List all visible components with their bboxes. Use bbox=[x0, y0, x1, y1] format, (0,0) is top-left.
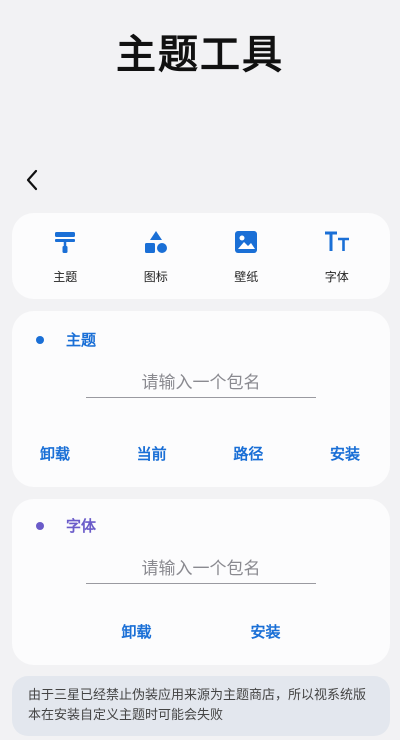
tab-label: 主题 bbox=[53, 269, 78, 284]
image-icon bbox=[232, 228, 260, 256]
tab-wallpaper[interactable]: 壁纸 bbox=[211, 228, 281, 285]
tab-theme[interactable]: 主题 bbox=[30, 228, 100, 285]
section-title: 字体 bbox=[66, 517, 97, 535]
note-text: 由于三星已经禁止伪装应用来源为主题商店，所以视系统版本在安装自定义主题时可能会失… bbox=[28, 688, 367, 723]
paint-roller-icon bbox=[51, 228, 79, 256]
font-icon bbox=[323, 228, 351, 256]
current-button[interactable]: 当前 bbox=[137, 443, 167, 464]
uninstall-button[interactable]: 卸载 bbox=[121, 621, 151, 642]
warning-note: 由于三星已经禁止伪装应用来源为主题商店，所以视系统版本在安装自定义主题时可能会失… bbox=[12, 676, 390, 736]
page-title: 主题工具 bbox=[116, 32, 284, 78]
install-button[interactable]: 安装 bbox=[250, 621, 280, 642]
chevron-left-icon bbox=[26, 169, 38, 191]
font-section-header: 字体 bbox=[36, 515, 96, 536]
bullet-dot bbox=[36, 521, 44, 530]
font-package-input[interactable] bbox=[86, 555, 316, 584]
theme-package-input[interactable] bbox=[86, 369, 316, 398]
tab-label: 图标 bbox=[143, 269, 168, 284]
category-tabs: 主题 图标 壁纸 字体 bbox=[12, 213, 390, 299]
shapes-icon bbox=[142, 228, 170, 256]
section-title: 主题 bbox=[66, 331, 97, 349]
install-button[interactable]: 安装 bbox=[330, 443, 360, 464]
uninstall-button[interactable]: 卸载 bbox=[40, 443, 70, 464]
tab-font[interactable]: 字体 bbox=[302, 228, 372, 285]
tab-icons[interactable]: 图标 bbox=[121, 228, 191, 285]
back-button[interactable] bbox=[18, 166, 46, 194]
bullet-dot bbox=[36, 335, 44, 344]
path-button[interactable]: 路径 bbox=[233, 443, 263, 464]
tab-label: 壁纸 bbox=[234, 269, 259, 284]
font-actions: 卸载 安装 bbox=[12, 621, 390, 642]
theme-section-card: 主题 卸载 当前 路径 安装 bbox=[12, 311, 390, 487]
font-section-card: 字体 卸载 安装 bbox=[12, 499, 390, 665]
theme-actions: 卸载 当前 路径 安装 bbox=[12, 443, 390, 464]
tab-label: 字体 bbox=[324, 269, 349, 284]
theme-section-header: 主题 bbox=[36, 329, 96, 350]
